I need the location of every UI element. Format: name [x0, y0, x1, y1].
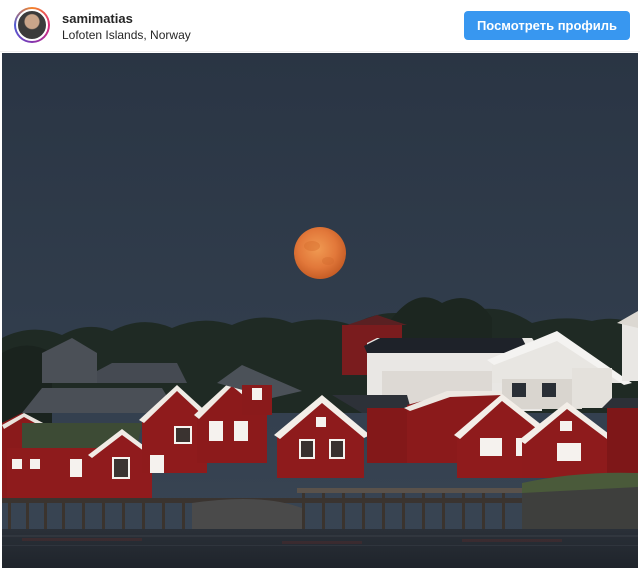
lofoten-moon-photo: [2, 53, 638, 568]
avatar[interactable]: [16, 9, 48, 41]
post-photo[interactable]: [2, 53, 638, 568]
view-profile-button[interactable]: Посмотреть профиль: [464, 11, 630, 40]
instagram-post: samimatias Lofoten Islands, Norway Посмо…: [0, 0, 640, 570]
moon: [294, 227, 346, 279]
water: [2, 529, 638, 568]
username-link[interactable]: samimatias: [62, 11, 133, 26]
avatar-story-ring[interactable]: [14, 7, 50, 43]
post-header: samimatias Lofoten Islands, Norway Посмо…: [0, 0, 640, 52]
location-link[interactable]: Lofoten Islands, Norway: [62, 28, 191, 42]
